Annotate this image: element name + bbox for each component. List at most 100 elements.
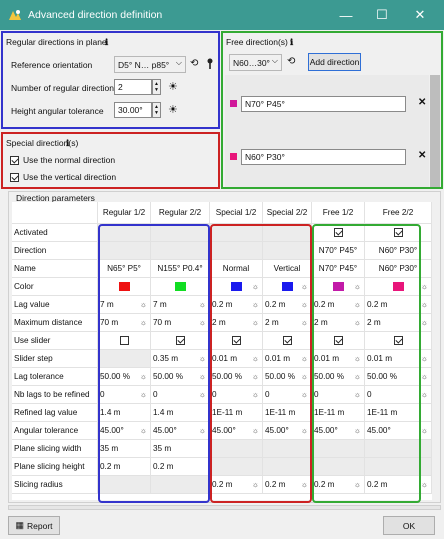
ok-button[interactable]: OK bbox=[383, 516, 435, 535]
table-cell[interactable]: 50.00 % ☼ bbox=[98, 368, 151, 386]
special-info-icon[interactable]: ℹ bbox=[66, 138, 69, 149]
cell-checkbox[interactable] bbox=[231, 336, 241, 345]
slider-icon[interactable]: ☼ bbox=[301, 372, 308, 381]
table-cell[interactable] bbox=[210, 332, 263, 350]
free-info-icon[interactable]: ℹ bbox=[290, 37, 293, 48]
slider-icon[interactable]: ☼ bbox=[301, 390, 308, 399]
slider-icon[interactable]: ☼ bbox=[421, 372, 428, 381]
reference-orientation-combo[interactable]: D5° N… p85° ⌵ bbox=[114, 56, 186, 73]
table-cell[interactable]: Normal bbox=[210, 260, 263, 278]
table-cell[interactable]: 0.35 m ☼ bbox=[151, 350, 210, 368]
table-cell[interactable]: 1E-11 m bbox=[312, 404, 365, 422]
table-cell[interactable] bbox=[365, 224, 432, 242]
table-cell[interactable]: 0.2 m ☼ bbox=[312, 476, 365, 494]
slider-icon[interactable]: ☼ bbox=[354, 354, 361, 363]
table-cell[interactable] bbox=[312, 332, 365, 350]
slider-icon[interactable]: ☼ bbox=[421, 480, 428, 489]
color-swatch[interactable] bbox=[174, 282, 186, 291]
slider-icon[interactable]: ☼ bbox=[421, 390, 428, 399]
slider-icon[interactable]: ☼ bbox=[354, 390, 361, 399]
close-button[interactable]: ✕ bbox=[402, 0, 438, 30]
table-cell[interactable]: ☼ bbox=[263, 278, 312, 296]
table-cell[interactable] bbox=[312, 224, 365, 242]
table-cell[interactable]: 0 ☼ bbox=[365, 386, 432, 404]
table-cell[interactable]: 0.2 m ☼ bbox=[210, 476, 263, 494]
table-cell[interactable]: 0.2 m bbox=[151, 458, 210, 476]
slider-icon[interactable]: ☼ bbox=[140, 426, 147, 435]
table-cell[interactable]: 45.00° ☼ bbox=[151, 422, 210, 440]
table-cell[interactable]: N155° P0.4° bbox=[151, 260, 210, 278]
table-cell[interactable]: 1.4 m bbox=[151, 404, 210, 422]
slider-icon[interactable]: ☼ bbox=[252, 426, 259, 435]
color-swatch[interactable] bbox=[281, 282, 293, 291]
table-cell[interactable]: 2 m ☼ bbox=[365, 314, 432, 332]
slider-icon[interactable]: ☼ bbox=[199, 318, 206, 327]
report-button[interactable]: ▦ Report bbox=[8, 516, 60, 535]
table-cell[interactable] bbox=[263, 332, 312, 350]
table-cell[interactable]: 0.01 m ☼ bbox=[312, 350, 365, 368]
table-cell[interactable]: N60° P30° bbox=[365, 242, 432, 260]
regular-info-icon[interactable]: ℹ bbox=[105, 37, 108, 48]
cell-checkbox[interactable] bbox=[119, 336, 129, 345]
vertical-direction-checkbox[interactable] bbox=[10, 172, 19, 182]
table-cell[interactable]: 0 ☼ bbox=[312, 386, 365, 404]
free-list-scrollbar[interactable] bbox=[430, 75, 440, 187]
table-cell[interactable]: 0 ☼ bbox=[210, 386, 263, 404]
table-cell[interactable]: 2 m ☼ bbox=[312, 314, 365, 332]
table-cell[interactable]: ☼ bbox=[365, 278, 432, 296]
slider-icon[interactable]: ☼ bbox=[421, 426, 428, 435]
minimize-button[interactable]: — bbox=[328, 0, 364, 30]
table-cell[interactable]: 45.00° ☼ bbox=[263, 422, 312, 440]
maximize-button[interactable]: ☐ bbox=[364, 0, 400, 30]
color-swatch[interactable] bbox=[332, 282, 344, 291]
table-cell[interactable]: 1E-11 m bbox=[365, 404, 432, 422]
color-swatch[interactable] bbox=[230, 282, 242, 291]
undo-icon[interactable]: ⟲ bbox=[190, 58, 198, 70]
table-cell[interactable]: ☼ bbox=[210, 278, 263, 296]
table-cell[interactable]: 7 m ☼ bbox=[98, 296, 151, 314]
table-cell[interactable]: 35 m bbox=[151, 440, 210, 458]
free-direction-item[interactable]: N70° P45° ✕ bbox=[230, 95, 429, 112]
table-cell[interactable]: 0.2 m ☼ bbox=[312, 296, 365, 314]
slider-icon[interactable]: ☼ bbox=[421, 300, 428, 309]
table-cell[interactable]: 70 m ☼ bbox=[151, 314, 210, 332]
free-item-name[interactable]: N70° P45° bbox=[241, 95, 406, 112]
slider-icon[interactable]: ☼ bbox=[421, 354, 428, 363]
color-swatch[interactable] bbox=[392, 282, 404, 291]
slider-icon[interactable]: ☼ bbox=[252, 282, 259, 291]
table-cell[interactable]: 50.00 % ☼ bbox=[312, 368, 365, 386]
table-cell[interactable]: 1E-11 m bbox=[210, 404, 263, 422]
table-cell[interactable]: 7 m ☼ bbox=[151, 296, 210, 314]
number-directions-input[interactable]: 2 bbox=[114, 79, 152, 95]
table-cell[interactable]: 50.00 % ☼ bbox=[263, 368, 312, 386]
table-cell[interactable]: 1E-11 m bbox=[263, 404, 312, 422]
table-cell[interactable]: 45.00° ☼ bbox=[210, 422, 263, 440]
table-cell[interactable]: 2 m ☼ bbox=[210, 314, 263, 332]
height-tolerance-spinner[interactable]: ▲ ▼ bbox=[152, 102, 161, 118]
table-cell[interactable]: ☼ bbox=[312, 278, 365, 296]
slider-icon[interactable]: ☼ bbox=[199, 354, 206, 363]
free-direction-combo[interactable]: N60…30° ⌵ bbox=[229, 54, 282, 71]
table-cell[interactable] bbox=[98, 332, 151, 350]
table-cell[interactable]: 35 m bbox=[98, 440, 151, 458]
table-cell[interactable]: 0.2 m ☼ bbox=[210, 296, 263, 314]
slider-icon[interactable]: ☼ bbox=[301, 282, 308, 291]
remove-icon[interactable]: ✕ bbox=[418, 97, 426, 108]
cell-checkbox[interactable] bbox=[393, 336, 403, 345]
slider-icon[interactable]: ☼ bbox=[354, 372, 361, 381]
slider-icon[interactable]: ☼ bbox=[140, 390, 147, 399]
table-cell[interactable]: 0.2 m ☼ bbox=[365, 296, 432, 314]
table-cell[interactable]: 70 m ☼ bbox=[98, 314, 151, 332]
table-cell[interactable]: 0.2 m ☼ bbox=[263, 296, 312, 314]
slider-icon[interactable]: ☼ bbox=[301, 426, 308, 435]
cell-checkbox[interactable] bbox=[175, 336, 185, 345]
slider-icon[interactable]: ☼ bbox=[301, 318, 308, 327]
slider-icon[interactable]: ☼ bbox=[252, 480, 259, 489]
slider-icon[interactable]: ☼ bbox=[421, 282, 428, 291]
slider-icon[interactable]: ☼ bbox=[252, 354, 259, 363]
color-swatch[interactable] bbox=[118, 282, 130, 291]
table-cell[interactable]: 45.00° ☼ bbox=[312, 422, 365, 440]
number-directions-spinner[interactable]: ▲ ▼ bbox=[152, 79, 161, 95]
cell-checkbox[interactable] bbox=[333, 228, 343, 237]
slider-icon[interactable]: ☼ bbox=[140, 318, 147, 327]
